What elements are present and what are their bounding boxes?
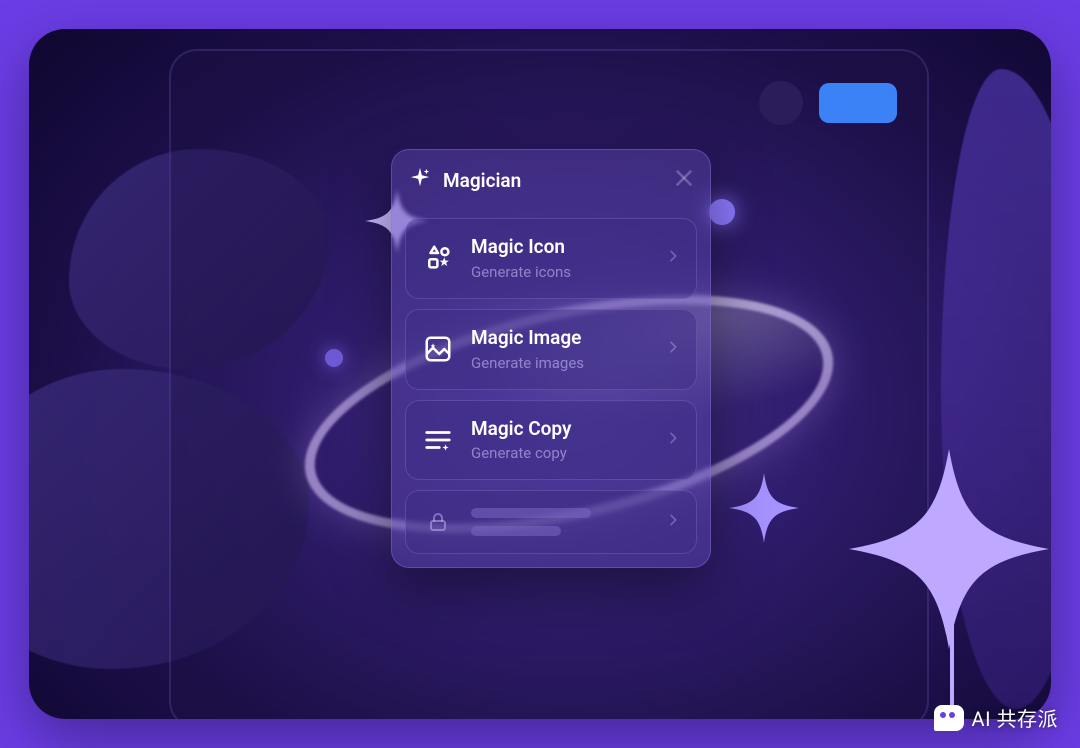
menu-item-magic-copy[interactable]: Magic Copy Generate copy [405, 400, 697, 481]
wechat-icon [934, 705, 964, 731]
lock-icon [421, 510, 455, 534]
panel-title: Magician [443, 169, 521, 192]
menu-item-subtitle: Generate icons [471, 263, 649, 281]
chevron-right-icon [665, 512, 681, 532]
placeholder-bar [471, 508, 591, 518]
text-sparkle-icon [421, 425, 455, 455]
menu-item-subtitle: Generate copy [471, 444, 649, 462]
watermark-label: AI 共存派 [972, 703, 1058, 732]
panel-header: Magician [391, 149, 711, 208]
window-decoration-circle [759, 81, 803, 125]
decorative-dot [709, 199, 735, 225]
menu-item-magic-image[interactable]: Magic Image Generate images [405, 309, 697, 390]
menu-item-title: Magic Image [471, 327, 649, 350]
chevron-right-icon [665, 248, 681, 268]
shapes-icon [421, 243, 455, 273]
close-button[interactable] [671, 165, 697, 191]
menu-item-locked[interactable] [405, 490, 697, 554]
menu-item-magic-icon[interactable]: Magic Icon Generate icons [405, 218, 697, 299]
window-decoration-pill [819, 83, 897, 123]
menu-item-subtitle: Generate images [471, 354, 649, 372]
magician-panel: Magician Magic Icon Generate icons [391, 149, 711, 568]
promo-card: Magician Magic Icon Generate icons [29, 29, 1051, 719]
placeholder-bar [471, 526, 561, 536]
image-sparkle-icon [421, 334, 455, 364]
menu-item-title: Magic Icon [471, 236, 649, 259]
watermark: AI 共存派 [934, 703, 1058, 732]
chevron-right-icon [665, 430, 681, 450]
sparkle-icon [409, 167, 431, 194]
menu-item-title: Magic Copy [471, 418, 649, 441]
background-blob [941, 69, 1051, 709]
decorative-dot [325, 349, 343, 367]
chevron-right-icon [665, 339, 681, 359]
